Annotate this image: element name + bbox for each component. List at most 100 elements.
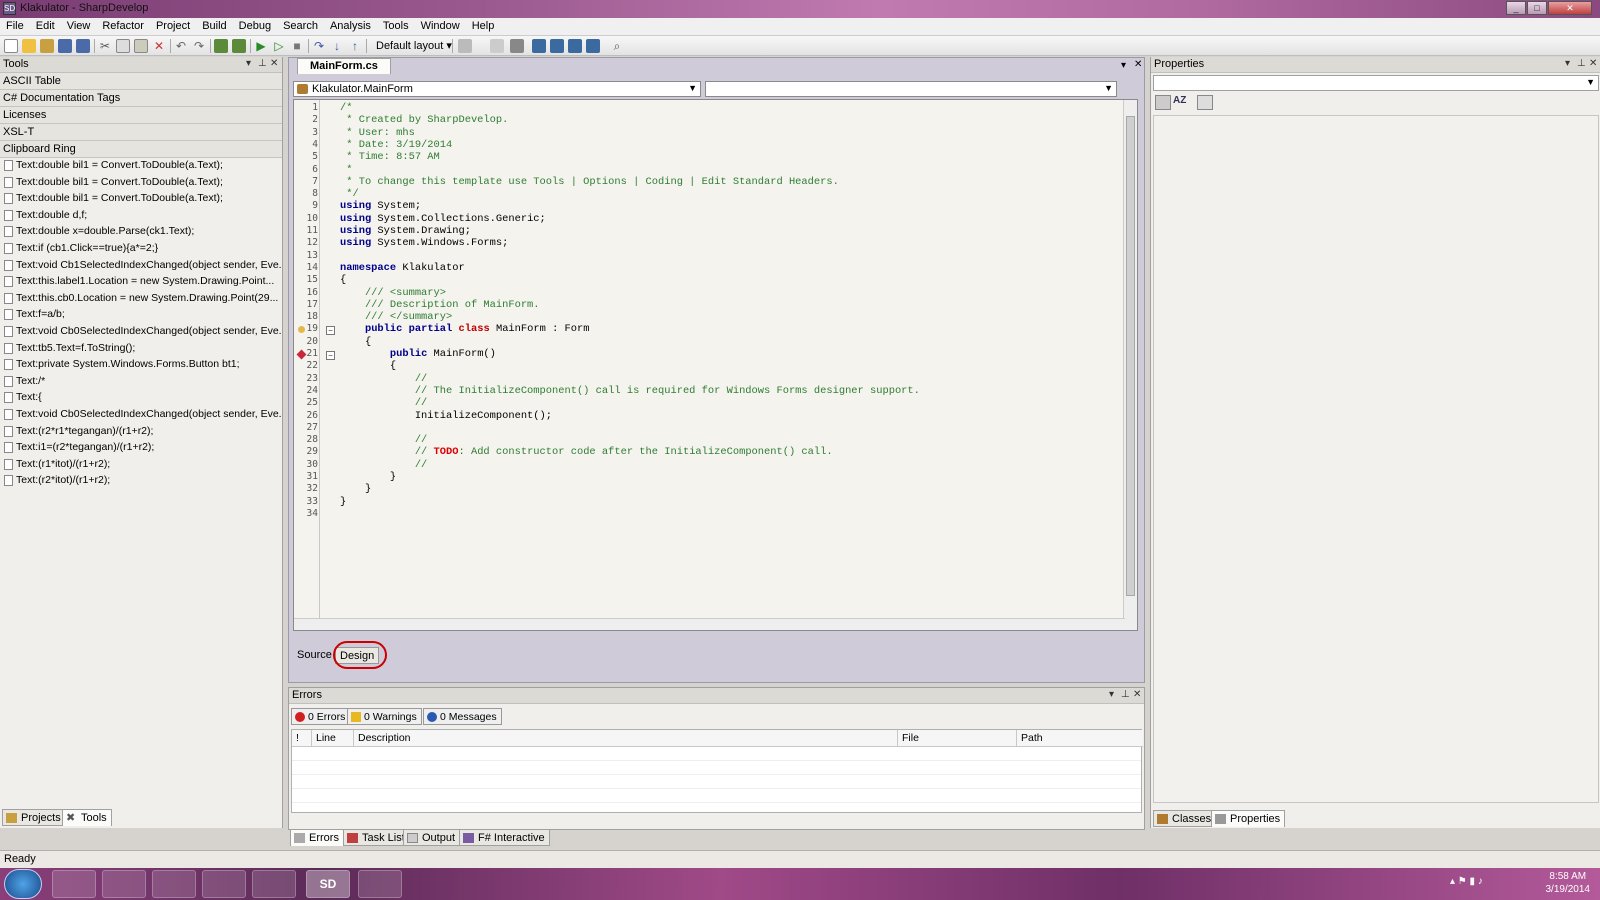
list-item[interactable]: Text:this.cb0.Location = new System.Draw… [0,291,282,308]
paint-icon[interactable] [252,870,296,898]
tab-properties[interactable]: Properties [1211,810,1286,827]
fold-toggle-icon[interactable]: − [326,351,335,360]
internet-explorer-icon[interactable] [52,870,96,898]
copy-icon[interactable] [116,39,130,53]
media-player-icon[interactable] [152,870,196,898]
comment-icon[interactable] [532,39,546,53]
sharpdevelop-taskbar-icon[interactable]: SD [306,870,350,898]
tray-icons[interactable]: ▴ ⚑ ▮ ♪ [1450,876,1510,890]
close-icon[interactable]: ✕ [270,58,278,69]
tab-mainform-cs[interactable]: MainForm.cs [297,58,391,74]
tab-output[interactable]: Output [403,829,461,846]
file-explorer-icon[interactable] [102,870,146,898]
build-icon[interactable] [214,39,228,53]
list-item[interactable]: Text:(r2*r1*tegangan)/(r1+r2); [0,424,282,441]
column-header-path[interactable]: Path [1017,730,1143,747]
stop-icon[interactable]: ■ [290,39,304,53]
list-item[interactable]: Text:double bil1 = Convert.ToDouble(a.Te… [0,191,282,208]
menu-window[interactable]: Window [415,18,466,34]
new-file-icon[interactable] [4,39,18,53]
list-item[interactable]: Text:double bil1 = Convert.ToDouble(a.Te… [0,158,282,175]
horizontal-scrollbar[interactable] [294,618,1125,630]
tab-tools[interactable]: ✖ Tools [62,809,112,826]
list-item[interactable]: Text:this.label1.Location = new System.D… [0,274,282,291]
column-header-description[interactable]: Description [354,730,898,747]
chevron-down-icon[interactable]: ▾ [1565,58,1570,69]
bookmark-prev-icon[interactable] [550,39,564,53]
list-item[interactable]: Text:double x=double.Parse(ck1.Text); [0,224,282,241]
step-into-icon[interactable]: ↓ [330,39,344,53]
bookmark-clear-icon[interactable] [586,39,600,53]
object-selector[interactable]: ▼ [1153,75,1599,91]
list-item[interactable]: Text:(r2*itot)/(r1+r2); [0,473,282,490]
list-item[interactable]: Text:void Cb0SelectedIndexChanged(object… [0,324,282,341]
minimize-button[interactable]: _ [1506,1,1526,15]
save-all-icon[interactable] [76,39,90,53]
menu-file[interactable]: File [0,18,30,34]
open-file-icon[interactable] [22,39,36,53]
menu-help[interactable]: Help [466,18,501,34]
tab-task-list[interactable]: Task List [343,829,410,846]
redo-icon[interactable]: ↷ [192,39,206,53]
tool-category-doc-tags[interactable]: C# Documentation Tags [0,90,282,107]
list-item[interactable]: Text:(r1*itot)/(r1+r2); [0,457,282,474]
menu-search[interactable]: Search [277,18,324,34]
close-button[interactable]: ✕ [1548,1,1592,15]
tab-errors[interactable]: Errors [290,829,344,846]
maximize-button[interactable]: □ [1527,1,1547,15]
close-icon[interactable]: ✕ [1589,58,1597,69]
tool-category-clipboard-ring[interactable]: Clipboard Ring [0,141,282,158]
step-over-icon[interactable]: ↷ [312,39,326,53]
fold-toggle-icon[interactable]: − [326,326,335,335]
property-pages-icon[interactable] [1197,95,1213,110]
menu-project[interactable]: Project [150,18,196,34]
pin-icon[interactable]: ⊥ [1121,689,1130,700]
tool-category-ascii[interactable]: ASCII Table [0,73,282,90]
bookmark-icon[interactable] [490,39,504,53]
tool-category-licenses[interactable]: Licenses [0,107,282,124]
list-item[interactable]: Text:void Cb0SelectedIndexChanged(object… [0,407,282,424]
start-button[interactable] [4,869,42,899]
pin-icon[interactable]: ⊥ [1577,58,1586,69]
step-out-icon[interactable]: ↑ [348,39,362,53]
cut-icon[interactable]: ✂ [98,39,112,53]
chevron-down-icon[interactable]: ▾ [1109,689,1114,700]
chrome-icon[interactable] [202,870,246,898]
bookmark-next-icon[interactable] [568,39,582,53]
undo-icon[interactable]: ↶ [174,39,188,53]
tab-classes[interactable]: Classes [1153,810,1217,827]
system-clock[interactable]: 8:58 AM 3/19/2014 [1546,870,1591,896]
run-without-debugger-icon[interactable]: ▷ [272,39,286,53]
code-editor[interactable]: 1 2 3 4 5 6 7 8 9 10 11 12 13 14 15 16 17 18 19 20 21 22 23 24 2… [293,99,1138,631]
open-project-icon[interactable] [40,39,54,53]
tab-projects[interactable]: Projects [2,809,66,826]
column-header-line[interactable]: Line [312,730,354,747]
close-icon[interactable]: ✕ [1134,59,1142,70]
menu-build[interactable]: Build [196,18,232,34]
tool-category-xslt[interactable]: XSL-T [0,124,282,141]
menu-tools[interactable]: Tools [377,18,415,34]
warnings-filter-button[interactable]: 0 Warnings [347,708,422,725]
list-item[interactable]: Text:f=a/b; [0,307,282,324]
layout-dropdown[interactable]: Default layout ▾ [376,39,452,53]
list-item[interactable]: Text:private System.Windows.Forms.Button… [0,357,282,374]
column-header-file[interactable]: File [898,730,1017,747]
vertical-scrollbar[interactable] [1123,100,1137,630]
list-item[interactable]: Text:tb5.Text=f.ToString(); [0,341,282,358]
pin-icon[interactable]: ⊥ [258,58,267,69]
scroll-thumb[interactable] [1126,116,1135,596]
delete-icon[interactable]: ✕ [152,39,166,53]
tab-fsharp-interactive[interactable]: F# Interactive [459,829,550,846]
list-item[interactable]: Text:double d,f; [0,208,282,225]
list-item[interactable]: Text:void Cb1SelectedIndexChanged(object… [0,258,282,275]
menu-edit[interactable]: Edit [30,18,61,34]
list-item[interactable]: Text:i1=(r2*tegangan)/(r1+r2); [0,440,282,457]
run-icon[interactable]: ▶ [254,39,268,53]
find-icon[interactable]: ⌕ [610,39,624,53]
messages-filter-button[interactable]: 0 Messages [423,708,502,725]
errors-filter-button[interactable]: 0 Errors [291,708,351,725]
categorized-icon[interactable] [1155,95,1171,110]
chevron-down-icon[interactable]: ▾ [246,58,251,69]
list-item[interactable]: Text:if (cb1.Click==true){a*=2;} [0,241,282,258]
menu-refactor[interactable]: Refactor [96,18,150,34]
